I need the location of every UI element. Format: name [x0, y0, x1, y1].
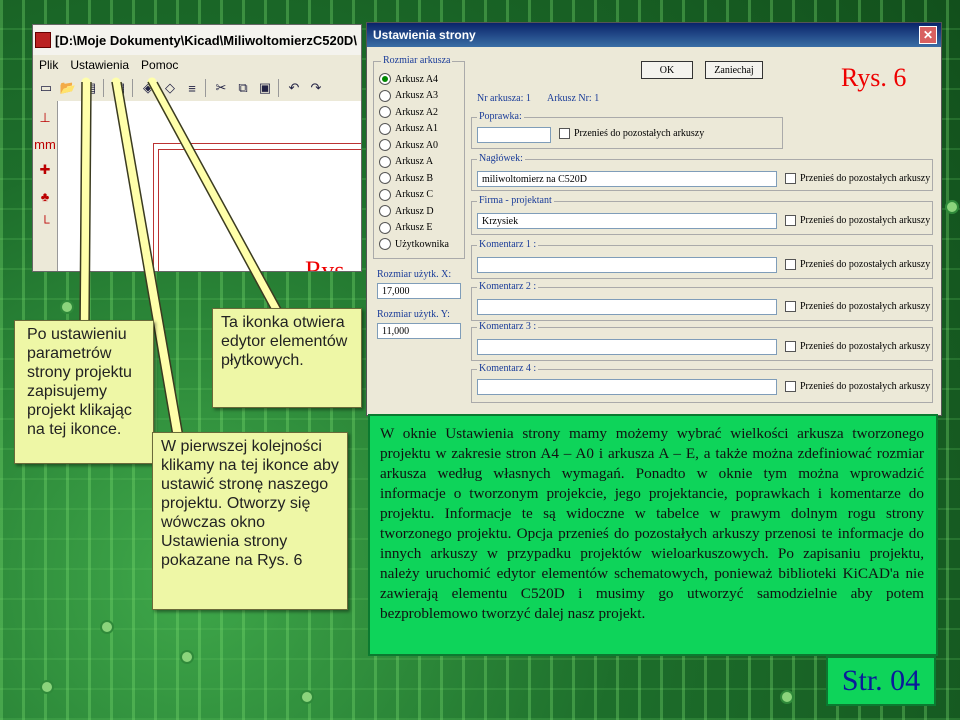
- arrow-footprint-editor: [147, 77, 287, 325]
- description-text: W oknie Ustawienia strony mamy możemy wy…: [368, 414, 938, 656]
- callout-footprint-editor: Ta ikonka otwiera edytor elementów płytk…: [212, 308, 362, 408]
- page-number: Str. 04: [826, 656, 936, 706]
- arrow-save: [79, 77, 91, 335]
- callout-page-settings: W pierwszej kolejności klikamy na tej ik…: [152, 432, 348, 610]
- callout-save-project: Po ustawieniu parametrów strony projektu…: [14, 320, 154, 464]
